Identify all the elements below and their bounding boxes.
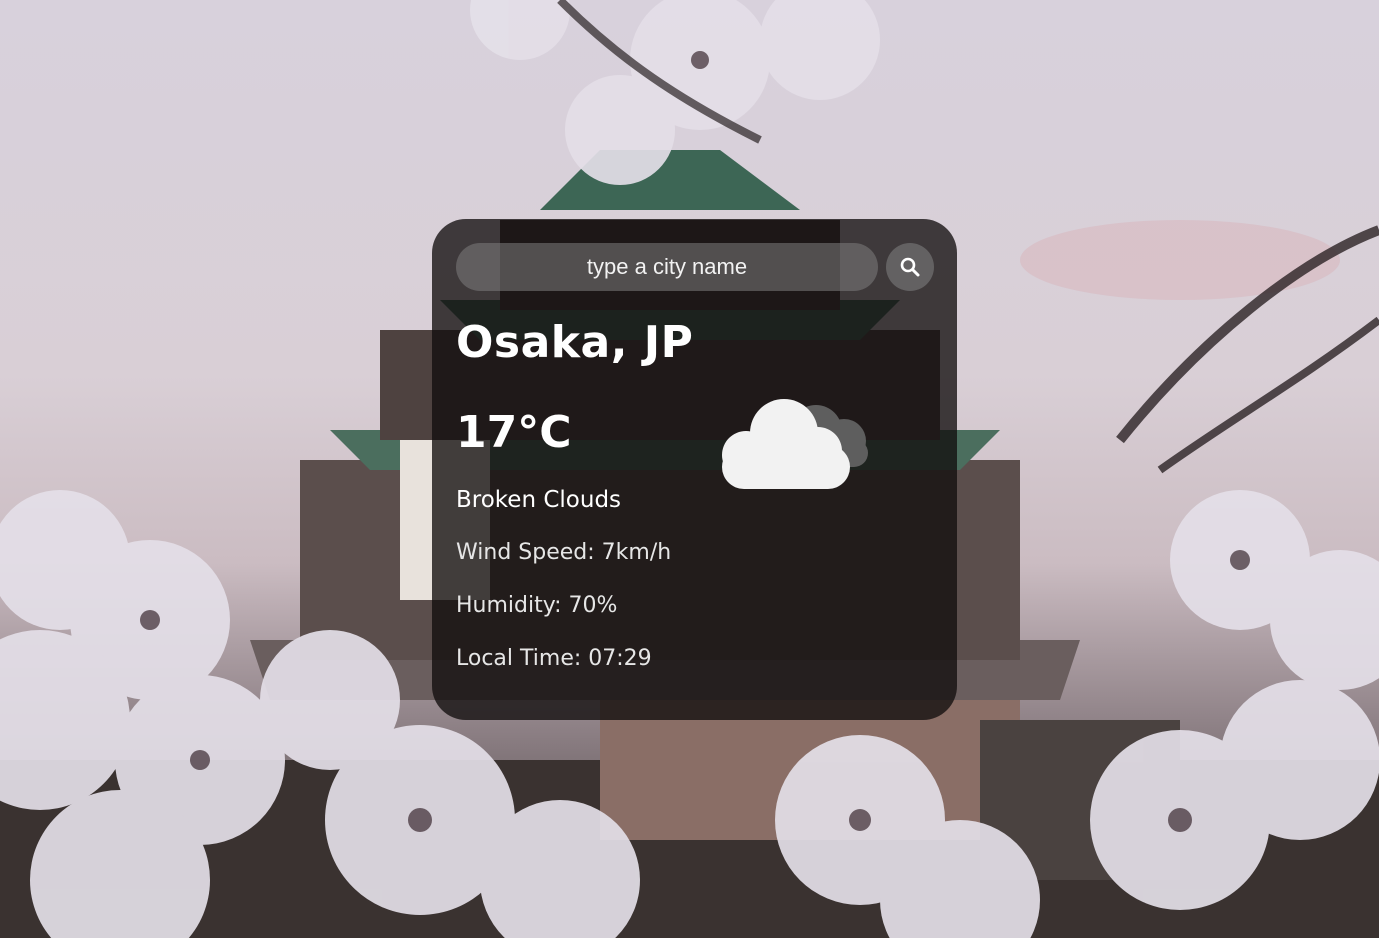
weather-description: Broken Clouds [456, 487, 622, 513]
city-name: Osaka, JP [456, 317, 694, 368]
search-bar [456, 243, 934, 291]
weather-card: Osaka, JP 17°C Broken Clouds Wind Speed:… [432, 219, 957, 720]
humidity: Humidity: 70% [456, 593, 618, 618]
search-input[interactable] [456, 243, 878, 291]
temperature: 17°C [456, 407, 572, 458]
local-time: Local Time: 07:29 [456, 646, 652, 671]
wind-speed: Wind Speed: 7km/h [456, 540, 672, 565]
broken-clouds-icon [704, 383, 874, 497]
search-icon [900, 257, 920, 277]
search-button[interactable] [886, 243, 934, 291]
